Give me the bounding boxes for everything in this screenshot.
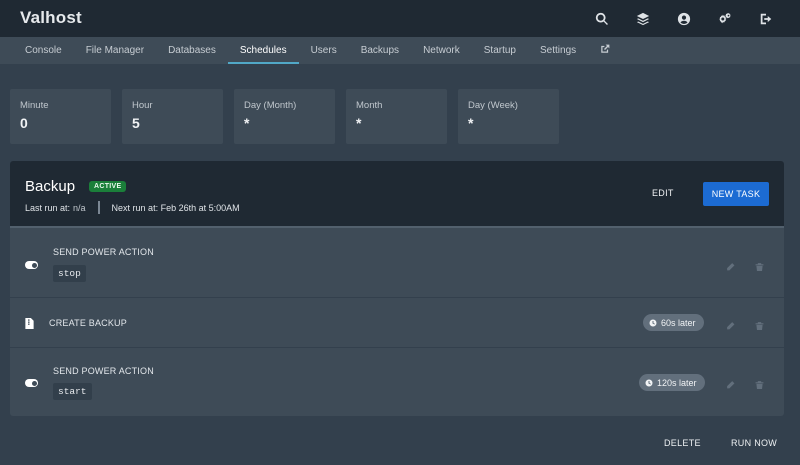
last-run-label: Last run at: (25, 202, 71, 213)
cron-value: * (356, 115, 362, 131)
cron-card-day-week: Day (Week) * (458, 89, 559, 144)
cron-card-minute: Minute 0 (10, 89, 111, 144)
cron-value: 5 (132, 115, 140, 131)
delay-text: 120s later (657, 377, 697, 388)
task-title: SEND POWER ACTION (53, 366, 154, 376)
task-payload: start (53, 383, 92, 400)
delay-text: 60s later (661, 317, 696, 328)
external-link-icon[interactable] (588, 37, 622, 64)
cron-label: Day (Month) (244, 100, 297, 111)
cron-value: 0 (20, 115, 28, 131)
trash-icon[interactable] (755, 318, 764, 336)
cron-value: * (468, 115, 474, 131)
next-run: Next run at: Feb 26th at 5:00AM (111, 202, 240, 213)
server-sub-nav: Console File Manager Databases Schedules… (0, 37, 800, 64)
tab-users[interactable]: Users (299, 37, 349, 64)
cron-label: Hour (132, 100, 153, 111)
file-archive-icon (25, 318, 34, 329)
toggle-icon (25, 379, 38, 387)
tab-network[interactable]: Network (411, 37, 472, 64)
clock-icon (649, 319, 657, 326)
schedule-name: Backup (25, 178, 76, 195)
task-row: SEND POWER ACTION start 120s later (10, 348, 784, 416)
app-title[interactable]: Valhost (20, 8, 82, 28)
tab-startup[interactable]: Startup (472, 37, 528, 64)
cron-label: Month (356, 100, 383, 111)
cron-label: Minute (20, 100, 49, 111)
sign-out-icon[interactable] (756, 9, 776, 29)
cron-card-hour: Hour 5 (122, 89, 223, 144)
cron-cards: Minute 0 Hour 5 Day (Month) * Month * Da… (10, 89, 570, 144)
schedule-header: Backup ACTIVE Last run at: n/a Next run … (10, 161, 784, 228)
trash-icon[interactable] (755, 377, 764, 395)
task-row: CREATE BACKUP 60s later (10, 298, 784, 348)
cron-label: Day (Week) (468, 100, 518, 111)
task-row: SEND POWER ACTION stop (10, 230, 784, 298)
cron-card-day-month: Day (Month) * (234, 89, 335, 144)
cogs-icon[interactable] (715, 9, 735, 29)
new-task-button[interactable]: NEW TASK (703, 182, 769, 206)
edit-button[interactable]: EDIT (652, 188, 674, 198)
tab-file-manager[interactable]: File Manager (74, 37, 156, 64)
tab-settings[interactable]: Settings (528, 37, 588, 64)
clock-icon (645, 379, 653, 386)
layers-icon[interactable] (633, 9, 653, 29)
run-info: Last run at: n/a Next run at: Feb 26th a… (25, 201, 240, 214)
search-icon[interactable] (592, 9, 612, 29)
run-now-button[interactable]: RUN NOW (731, 438, 777, 448)
top-bar: Valhost (0, 0, 800, 37)
last-run-value: n/a (73, 202, 86, 213)
delay-badge: 60s later (643, 314, 704, 331)
schedule-panel: Backup ACTIVE Last run at: n/a Next run … (10, 161, 784, 416)
trash-icon[interactable] (755, 259, 764, 277)
account-icon[interactable] (674, 9, 694, 29)
task-payload: stop (53, 265, 86, 282)
tab-backups[interactable]: Backups (349, 37, 411, 64)
pencil-icon[interactable] (726, 318, 735, 336)
top-icon-bar (571, 0, 776, 37)
pencil-icon[interactable] (726, 377, 735, 395)
toggle-icon (25, 261, 38, 269)
run-info-divider (97, 201, 100, 214)
cron-card-month: Month * (346, 89, 447, 144)
tab-databases[interactable]: Databases (156, 37, 228, 64)
tab-schedules[interactable]: Schedules (227, 37, 299, 64)
task-title: CREATE BACKUP (49, 318, 127, 328)
delete-button[interactable]: DELETE (664, 438, 701, 448)
tab-console[interactable]: Console (13, 37, 74, 64)
cron-value: * (244, 115, 250, 131)
pencil-icon[interactable] (726, 259, 735, 277)
task-title: SEND POWER ACTION (53, 247, 154, 257)
delay-badge: 120s later (639, 374, 705, 391)
status-badge: ACTIVE (89, 181, 127, 192)
